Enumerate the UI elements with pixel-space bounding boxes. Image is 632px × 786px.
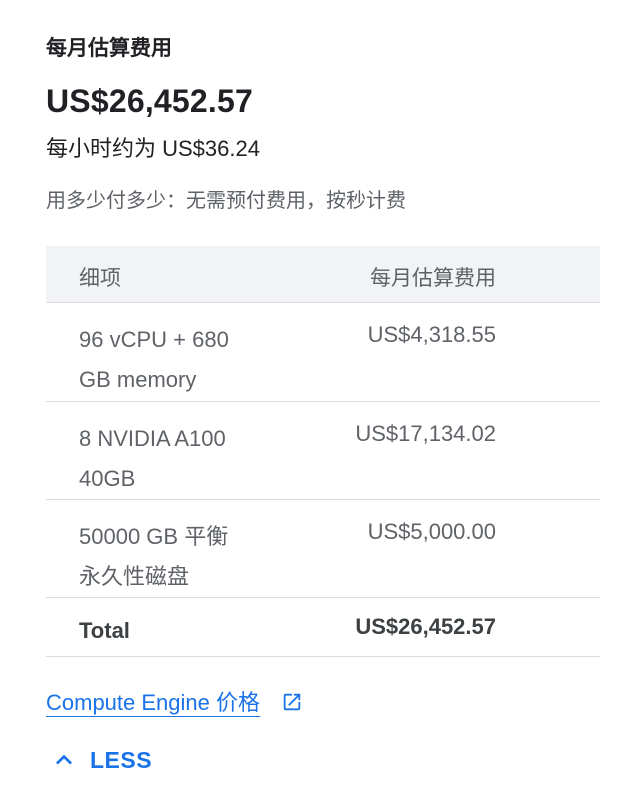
row-item: 8 NVIDIA A100 40GB	[79, 419, 289, 499]
row-item: 50000 GB 平衡 永久性磁盘	[79, 517, 289, 597]
column-header-cost: 每月估算费用	[370, 267, 496, 290]
monthly-total: US$26,452.57	[46, 83, 254, 119]
total-label: Total	[79, 618, 130, 643]
table-row: 96 vCPU + 680 GB memory US$4,318.55	[46, 303, 600, 402]
external-link-icon[interactable]	[281, 691, 303, 713]
total-cost: US$26,452.57	[355, 614, 496, 639]
less-label: LESS	[90, 746, 153, 773]
column-header-item: 细项	[79, 267, 121, 290]
row-item-line: 40GB	[79, 466, 136, 491]
less-button[interactable]: LESS	[46, 742, 152, 778]
row-item-line: GB memory	[79, 367, 197, 392]
table-row: 8 NVIDIA A100 40GB US$17,134.02	[46, 402, 600, 500]
section-title: 每月估算费用	[46, 37, 172, 60]
row-item-line: 96 vCPU + 680	[79, 327, 229, 352]
table-header: 细项 每月估算费用	[46, 246, 600, 303]
table-row: 50000 GB 平衡 永久性磁盘 US$5,000.00	[46, 500, 600, 598]
row-item-line: 永久性磁盘	[79, 564, 190, 589]
row-cost: US$4,318.55	[367, 322, 496, 347]
table-total-row: Total US$26,452.57	[46, 598, 600, 657]
cost-breakdown-table: 细项 每月估算费用 96 vCPU + 680 GB memory US$4,3…	[46, 246, 600, 657]
row-item: 96 vCPU + 680 GB memory	[79, 320, 289, 400]
row-item-line: 50000 GB 平衡	[79, 524, 229, 549]
row-cost: US$17,134.02	[355, 421, 496, 446]
row-cost: US$5,000.00	[367, 519, 496, 544]
hourly-estimate: 每小时约为 US$36.24	[46, 136, 260, 161]
row-item-line: 8 NVIDIA A100	[79, 426, 226, 451]
billing-note: 用多少付多少：无需预付费用，按秒计费	[46, 190, 406, 212]
pricing-link[interactable]: Compute Engine 价格	[46, 689, 260, 717]
chevron-up-icon	[48, 744, 80, 776]
